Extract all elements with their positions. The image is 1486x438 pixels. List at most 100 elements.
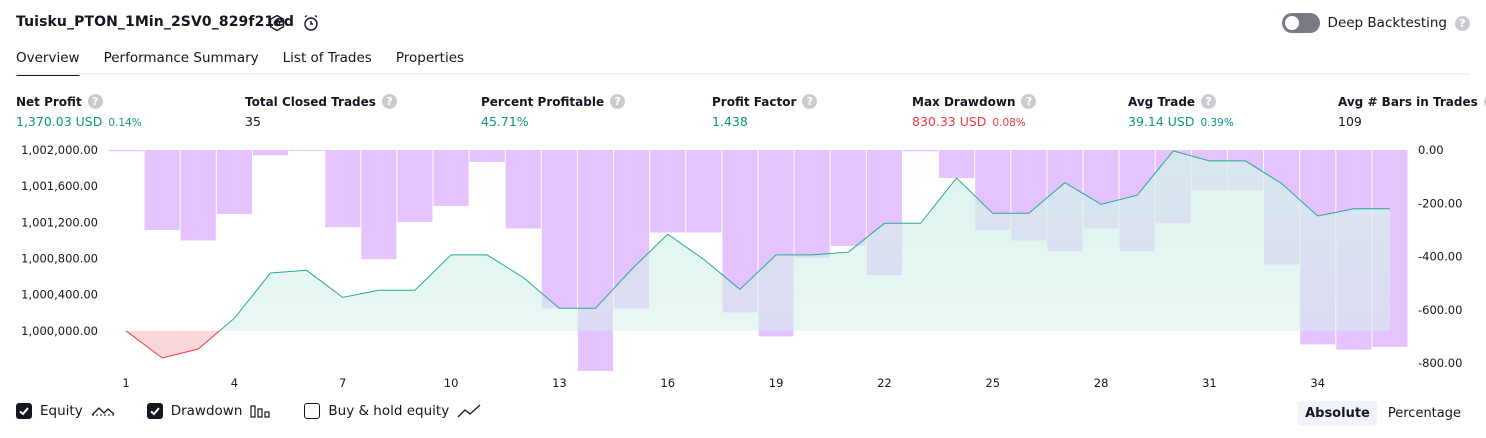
x-axis-tick: 7: [339, 376, 346, 390]
drawdown-bar: [144, 150, 180, 230]
legend-label: Equity: [40, 403, 83, 419]
metric-value: 1.438: [712, 114, 748, 129]
drawdown-bar: [397, 150, 433, 222]
tabs-divider: [16, 73, 1470, 75]
metric-value: 830.33 USD: [912, 114, 987, 129]
metric-avg-trade: Avg Trade? 39.14 USD 0.39%: [1128, 94, 1234, 129]
drawdown-bar: [433, 150, 469, 206]
x-axis-tick: 1: [122, 376, 129, 390]
x-axis-tick: 31: [1202, 376, 1217, 390]
legend-equity[interactable]: Equity: [16, 403, 115, 419]
drawdown-bar: [541, 150, 577, 309]
x-axis-tick: 19: [769, 376, 784, 390]
tab-overview[interactable]: Overview: [16, 44, 80, 76]
equity-drawdown-chart: 1,002,000.00 1,001,600.00 1,001,200.00 1,00…: [21, 143, 1462, 390]
drawdown-bar: [686, 150, 722, 233]
drawdown-bar: [180, 150, 216, 241]
metric-total-closed-trades: Total Closed Trades? 35: [245, 94, 397, 129]
settings-icon[interactable]: [266, 12, 288, 34]
drawdown-bar: [108, 150, 144, 152]
metric-percent: 0.14%: [108, 117, 142, 129]
x-axis-tick: 25: [985, 376, 1000, 390]
right-axis-tick: -200.00: [1418, 196, 1462, 210]
metric-profit-factor: Profit Factor? 1.438: [712, 94, 818, 129]
chart-legend: Equity Drawdown Buy & hold equity: [16, 403, 513, 419]
metric-value: 35: [245, 114, 261, 129]
buy-hold-checkbox[interactable]: [304, 403, 321, 419]
right-axis-tick: -400.00: [1418, 250, 1462, 264]
metric-net-profit: Net Profit? 1,370.03 USD 0.14%: [16, 94, 142, 129]
x-axis-tick: 13: [552, 376, 567, 390]
metric-value: 1,370.03 USD: [16, 114, 103, 129]
drawdown-bar: [830, 150, 866, 246]
x-axis-tick: 34: [1310, 376, 1325, 390]
metric-percent: 0.39%: [1200, 117, 1234, 129]
metric-value: 45.71%: [481, 114, 529, 129]
drawdown-bar: [650, 150, 686, 233]
metric-label: Profit Factor: [712, 94, 797, 109]
x-axis-tick: 28: [1094, 376, 1109, 390]
metric-percent: 0.08%: [992, 117, 1026, 129]
right-axis-tick: 0.00: [1418, 143, 1444, 157]
deep-backtesting-toggle[interactable]: [1281, 13, 1320, 33]
left-axis-tick: 1,002,000.00: [21, 143, 98, 157]
drawdown-bars-icon: [250, 405, 270, 418]
info-icon[interactable]: ?: [381, 94, 397, 109]
drawdown-bar: [361, 150, 397, 260]
drawdown-bar: [325, 150, 361, 228]
drawdown-bar: [939, 150, 975, 178]
tab-list-of-trades[interactable]: List of Trades: [283, 44, 372, 74]
metric-percent-profitable: Percent Profitable? 45.71%: [481, 94, 626, 129]
metric-avg-bars: Avg # Bars in Trades? 109: [1338, 94, 1486, 129]
tab-bar: Overview Performance Summary List of Tra…: [16, 44, 464, 76]
legend-label: Buy & hold equity: [328, 403, 450, 419]
legend-drawdown[interactable]: Drawdown: [146, 403, 273, 419]
info-icon[interactable]: ?: [1201, 94, 1217, 109]
x-axis-tick: 16: [660, 376, 675, 390]
legend-label: Drawdown: [170, 403, 243, 419]
left-axis-tick: 1,001,200.00: [21, 215, 98, 229]
add-alert-icon[interactable]: [300, 12, 322, 34]
x-axis-tick: 10: [444, 376, 459, 390]
metric-label: Total Closed Trades: [245, 94, 376, 109]
drawdown-checkbox[interactable]: [146, 403, 163, 419]
right-axis-tick: -600.00: [1418, 303, 1462, 317]
drawdown-bar: [289, 150, 325, 151]
metric-max-drawdown: Max Drawdown? 830.33 USD 0.08%: [912, 94, 1037, 129]
drawdown-bar: [469, 150, 505, 162]
metric-value: 109: [1338, 114, 1362, 129]
drawdown-bar: [902, 150, 938, 152]
drawdown-bar: [252, 150, 288, 156]
equity-checkbox[interactable]: [16, 403, 32, 419]
x-axis-tick: 22: [877, 376, 892, 390]
tab-performance-summary[interactable]: Performance Summary: [104, 44, 259, 74]
metric-value: 39.14 USD: [1128, 114, 1195, 129]
info-icon[interactable]: ?: [802, 94, 818, 109]
equity-area-positive: [219, 150, 1390, 331]
metric-label: Percent Profitable: [481, 94, 605, 109]
left-axis-tick: 1,000,800.00: [21, 252, 98, 266]
tab-properties[interactable]: Properties: [396, 44, 464, 74]
percentage-button[interactable]: Percentage: [1381, 401, 1468, 426]
metric-label: Net Profit: [16, 94, 82, 109]
buy-hold-line-icon: [457, 404, 481, 418]
info-icon[interactable]: ?: [87, 94, 103, 109]
info-icon[interactable]: ?: [610, 94, 626, 109]
info-icon[interactable]: ?: [1021, 94, 1037, 109]
absolute-button[interactable]: Absolute: [1298, 401, 1377, 426]
deep-backtesting-control: Deep Backtesting ?: [1281, 13, 1470, 33]
metric-label: Avg Trade: [1128, 94, 1196, 109]
drawdown-bar: [216, 150, 252, 214]
legend-buy-hold[interactable]: Buy & hold equity: [304, 403, 481, 419]
drawdown-bar: [577, 150, 613, 371]
strategy-title: Tuisku_PTON_1Min_2SV0_829f21ed: [16, 14, 294, 30]
drawdown-bar: [794, 150, 830, 258]
x-axis-tick: 4: [231, 376, 238, 390]
left-axis-tick: 1,000,400.00: [21, 288, 98, 302]
left-axis-tick: 1,001,600.00: [21, 179, 98, 193]
right-axis-tick: -800.00: [1418, 356, 1462, 370]
metric-label: Max Drawdown: [912, 94, 1016, 109]
view-mode-switch: Absolute Percentage: [1298, 401, 1468, 426]
drawdown-bar: [505, 150, 541, 229]
help-icon[interactable]: ?: [1455, 15, 1470, 31]
